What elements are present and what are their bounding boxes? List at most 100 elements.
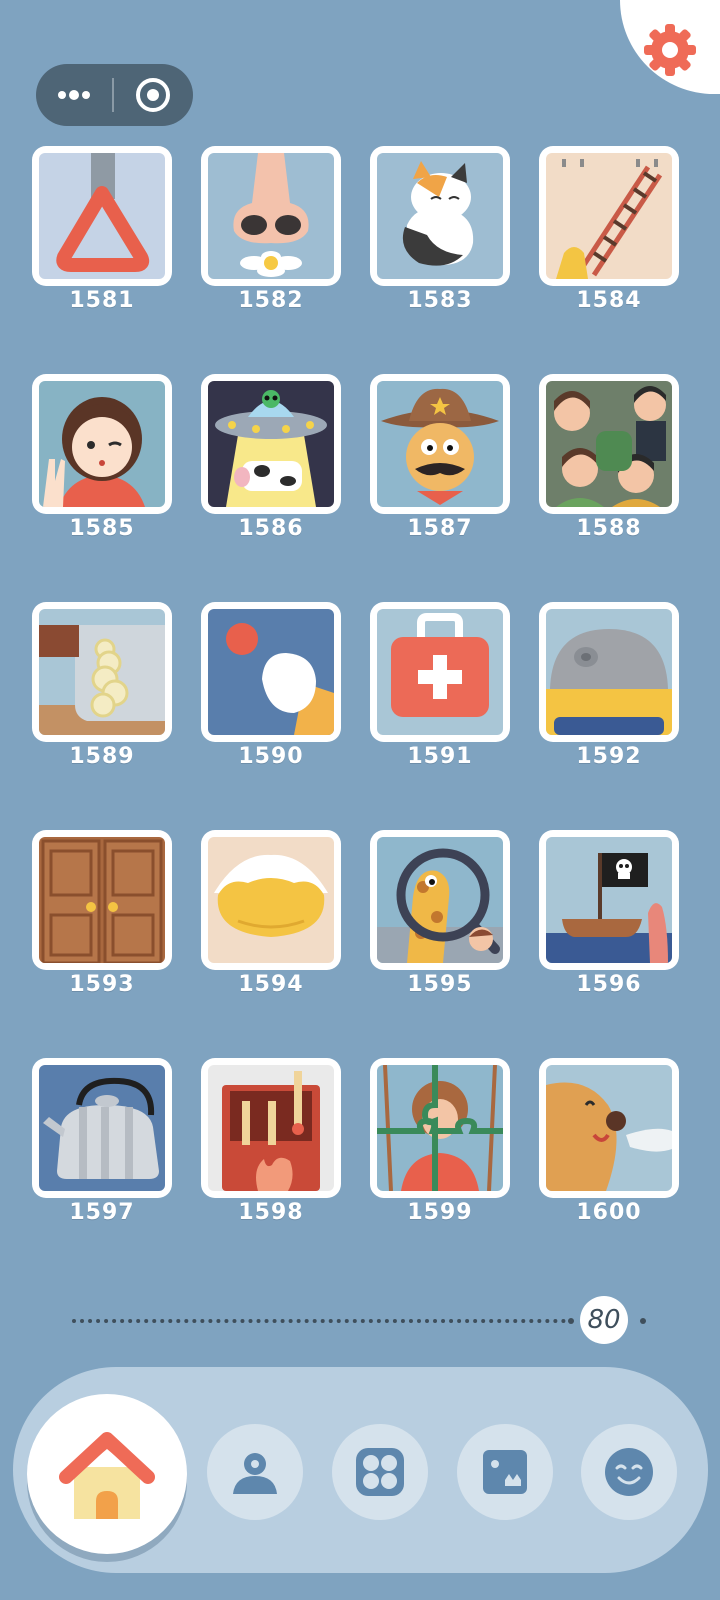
- level-thumbnail-frame: [539, 374, 679, 514]
- mini-program-capsule: [36, 64, 193, 126]
- level-card[interactable]: 1584: [539, 146, 679, 313]
- level-thumbnail-frame: [201, 374, 341, 514]
- level-number: 1589: [69, 744, 135, 769]
- level-number: 1591: [407, 744, 473, 769]
- level-card[interactable]: 1581: [32, 146, 172, 313]
- grid-circles-icon: [356, 1448, 404, 1496]
- nose-flower-image: [208, 153, 334, 279]
- level-number: 1598: [238, 1200, 304, 1225]
- level-number: 1586: [238, 516, 304, 541]
- level-thumbnail-frame: [32, 374, 172, 514]
- level-card[interactable]: 1593: [32, 830, 172, 997]
- level-card[interactable]: 1588: [539, 374, 679, 541]
- wooden-door-image: [39, 837, 165, 963]
- level-thumbnail-frame: [370, 602, 510, 742]
- crowd-image: [546, 381, 672, 507]
- level-card[interactable]: 1599: [370, 1058, 510, 1225]
- more-dots-icon: [58, 90, 90, 100]
- level-number: 1595: [407, 972, 473, 997]
- first-aid-kit-image: [377, 609, 503, 735]
- progress-dot: [640, 1318, 646, 1324]
- level-card[interactable]: 1589: [32, 602, 172, 769]
- level-card[interactable]: 1585: [32, 374, 172, 541]
- nav-emoji-button[interactable]: [581, 1424, 677, 1520]
- progress-track: [72, 1319, 566, 1323]
- level-card[interactable]: 1583: [370, 146, 510, 313]
- rope-ladder-image: [546, 153, 672, 279]
- level-number: 1585: [69, 516, 135, 541]
- cowboy-image: [377, 381, 503, 507]
- level-card[interactable]: 1600: [539, 1058, 679, 1225]
- level-card[interactable]: 1586: [201, 374, 341, 541]
- level-card[interactable]: 1598: [201, 1058, 341, 1225]
- giraffe-magnifier-image: [377, 837, 503, 963]
- level-thumbnail-frame: [201, 1058, 341, 1198]
- smile-icon: [605, 1448, 653, 1496]
- close-button[interactable]: [114, 64, 192, 126]
- house-icon: [59, 1432, 155, 1519]
- level-thumbnail-frame: [539, 602, 679, 742]
- hand-strap-image: [39, 153, 165, 279]
- level-thumbnail-frame: [201, 830, 341, 970]
- matchbox-image: [208, 1065, 334, 1191]
- level-thumbnail-frame: [32, 830, 172, 970]
- level-thumbnail-frame: [32, 1058, 172, 1198]
- level-thumbnail-frame: [539, 146, 679, 286]
- nav-levels-button[interactable]: [332, 1424, 428, 1520]
- seal-image: [546, 1065, 672, 1191]
- knife-onion-image: [39, 609, 165, 735]
- level-card[interactable]: 1582: [201, 146, 341, 313]
- dumpling-image: [208, 837, 334, 963]
- level-number: 1583: [407, 288, 473, 313]
- level-number: 1600: [576, 1200, 642, 1225]
- level-thumbnail-frame: [370, 374, 510, 514]
- level-number: 1587: [407, 516, 473, 541]
- monster-card-icon: [483, 1450, 527, 1494]
- level-card[interactable]: 1591: [370, 602, 510, 769]
- level-card[interactable]: 1596: [539, 830, 679, 997]
- level-thumbnail-frame: [539, 1058, 679, 1198]
- level-thumbnail-frame: [201, 602, 341, 742]
- level-number: 1584: [576, 288, 642, 313]
- level-number: 1597: [69, 1200, 135, 1225]
- nav-collection-button[interactable]: [457, 1424, 553, 1520]
- level-thumbnail-frame: [539, 830, 679, 970]
- level-number: 1599: [407, 1200, 473, 1225]
- progress-dot: [568, 1318, 574, 1324]
- level-number: 1592: [576, 744, 642, 769]
- girl-wink-image: [39, 381, 165, 507]
- nav-home-button[interactable]: [27, 1394, 187, 1554]
- user-icon: [233, 1453, 277, 1494]
- more-button[interactable]: [36, 64, 112, 126]
- puzzle-portrait-image: [377, 1065, 503, 1191]
- level-number: 1590: [238, 744, 304, 769]
- helmet-image: [546, 609, 672, 735]
- gear-icon[interactable]: [640, 20, 700, 80]
- level-card[interactable]: 1587: [370, 374, 510, 541]
- pirate-boat-image: [546, 837, 672, 963]
- level-thumbnail-frame: [32, 602, 172, 742]
- settings-corner: [620, 0, 720, 94]
- level-card[interactable]: 1597: [32, 1058, 172, 1225]
- calico-cat-image: [377, 153, 503, 279]
- level-number: 1596: [576, 972, 642, 997]
- level-thumbnail-frame: [32, 146, 172, 286]
- level-number: 1588: [576, 516, 642, 541]
- ufo-cow-image: [208, 381, 334, 507]
- paw-sun-image: [208, 609, 334, 735]
- level-thumbnail-frame: [370, 830, 510, 970]
- level-number: 1581: [69, 288, 135, 313]
- level-thumbnail-frame: [201, 146, 341, 286]
- kettle-image: [39, 1065, 165, 1191]
- level-card[interactable]: 1592: [539, 602, 679, 769]
- level-thumbnail-frame: [370, 1058, 510, 1198]
- page-progress: 80: [72, 1296, 652, 1344]
- progress-count-badge: 80: [580, 1296, 628, 1344]
- level-card[interactable]: 1590: [201, 602, 341, 769]
- level-number: 1593: [69, 972, 135, 997]
- level-card[interactable]: 1595: [370, 830, 510, 997]
- nav-profile-button[interactable]: [207, 1424, 303, 1520]
- level-card[interactable]: 1594: [201, 830, 341, 997]
- level-thumbnail-frame: [370, 146, 510, 286]
- level-number: 1582: [238, 288, 304, 313]
